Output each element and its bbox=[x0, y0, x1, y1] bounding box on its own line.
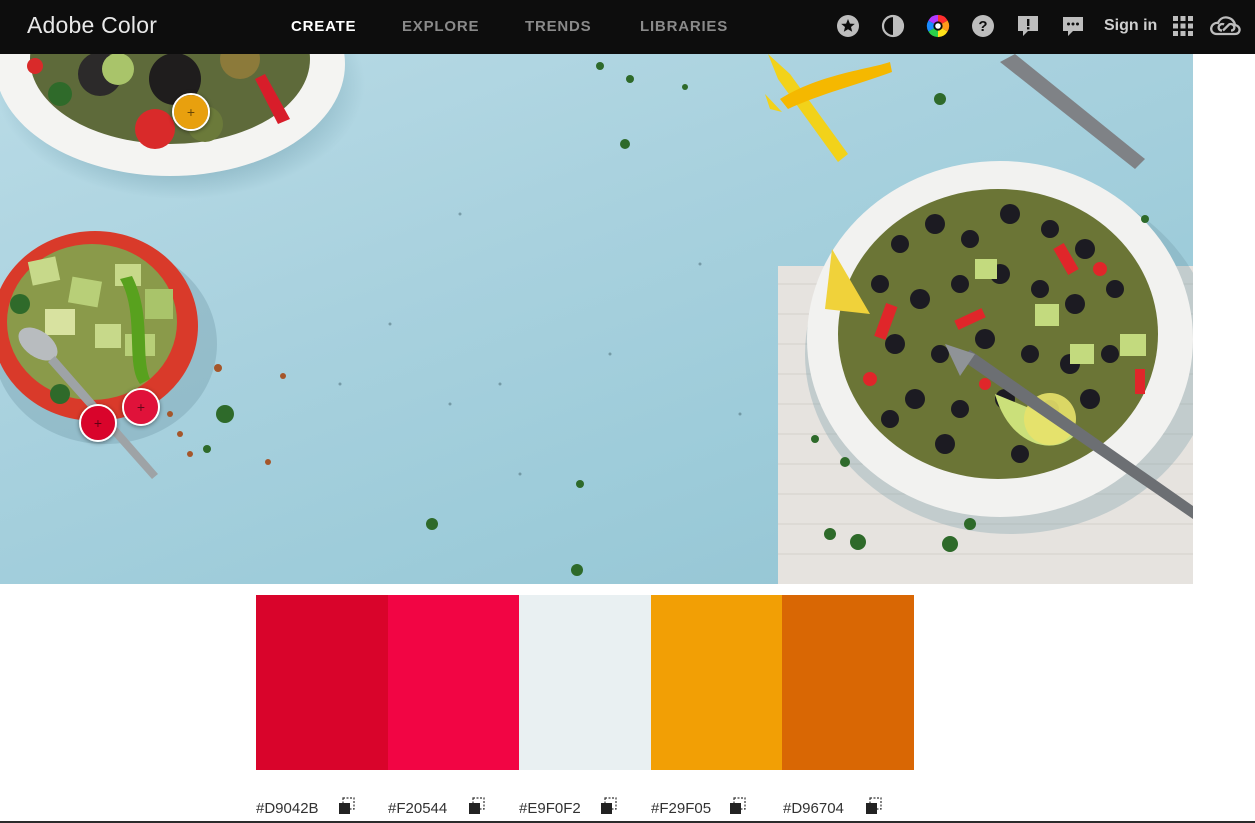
color-picker-handle-2[interactable]: + bbox=[79, 404, 117, 442]
color-wheel-icon[interactable] bbox=[926, 14, 950, 38]
copy-icon[interactable] bbox=[727, 796, 749, 818]
hex-value-3[interactable]: #E9F0F2 bbox=[519, 800, 581, 817]
color-swatch-5[interactable] bbox=[782, 595, 914, 770]
creative-cloud-icon[interactable] bbox=[1209, 14, 1241, 38]
crosshair-icon: + bbox=[136, 399, 146, 415]
color-picker-handle-1[interactable]: + bbox=[172, 93, 210, 131]
nav-tab-trends[interactable]: TRENDS bbox=[525, 18, 591, 35]
hex-value-2[interactable]: #F20544 bbox=[388, 800, 447, 817]
feedback-icon[interactable] bbox=[1016, 14, 1040, 38]
color-swatch-4[interactable] bbox=[650, 595, 783, 770]
sign-in-link[interactable]: Sign in bbox=[1104, 17, 1157, 35]
color-picker-handle-3[interactable]: + bbox=[122, 388, 160, 426]
color-palette bbox=[256, 595, 914, 770]
source-image[interactable]: + + + bbox=[0, 54, 1193, 584]
help-icon[interactable]: ? bbox=[971, 14, 995, 38]
copy-icon[interactable] bbox=[466, 796, 488, 818]
crosshair-icon: + bbox=[186, 104, 196, 120]
hex-value-4[interactable]: #F29F05 bbox=[651, 800, 711, 817]
copy-icon[interactable] bbox=[863, 796, 885, 818]
chat-icon[interactable] bbox=[1061, 14, 1085, 38]
nav-tab-create[interactable]: CREATE bbox=[291, 18, 356, 35]
copy-icon[interactable] bbox=[336, 796, 358, 818]
nav-tab-explore[interactable]: EXPLORE bbox=[402, 18, 479, 35]
food-photo-illustration bbox=[0, 54, 1193, 584]
color-swatch-2[interactable] bbox=[387, 595, 520, 770]
nav-tab-libraries[interactable]: LIBRARIES bbox=[640, 18, 728, 35]
color-swatch-1[interactable] bbox=[256, 595, 388, 770]
apps-grid-icon[interactable] bbox=[1171, 14, 1195, 38]
hex-value-5[interactable]: #D96704 bbox=[783, 800, 844, 817]
color-swatch-3[interactable] bbox=[519, 595, 651, 770]
contrast-icon[interactable] bbox=[881, 14, 905, 38]
star-icon[interactable] bbox=[836, 14, 860, 38]
hex-values-row: #D9042B #F20544 #E9F0F2 #F29F05 #D96704 bbox=[256, 795, 956, 823]
hex-value-1[interactable]: #D9042B bbox=[256, 800, 319, 817]
copy-icon[interactable] bbox=[598, 796, 620, 818]
crosshair-icon: + bbox=[93, 415, 103, 431]
top-navigation-bar: Adobe Color CREATE EXPLORE TRENDS LIBRAR… bbox=[0, 0, 1255, 54]
svg-text:?: ? bbox=[978, 18, 987, 35]
